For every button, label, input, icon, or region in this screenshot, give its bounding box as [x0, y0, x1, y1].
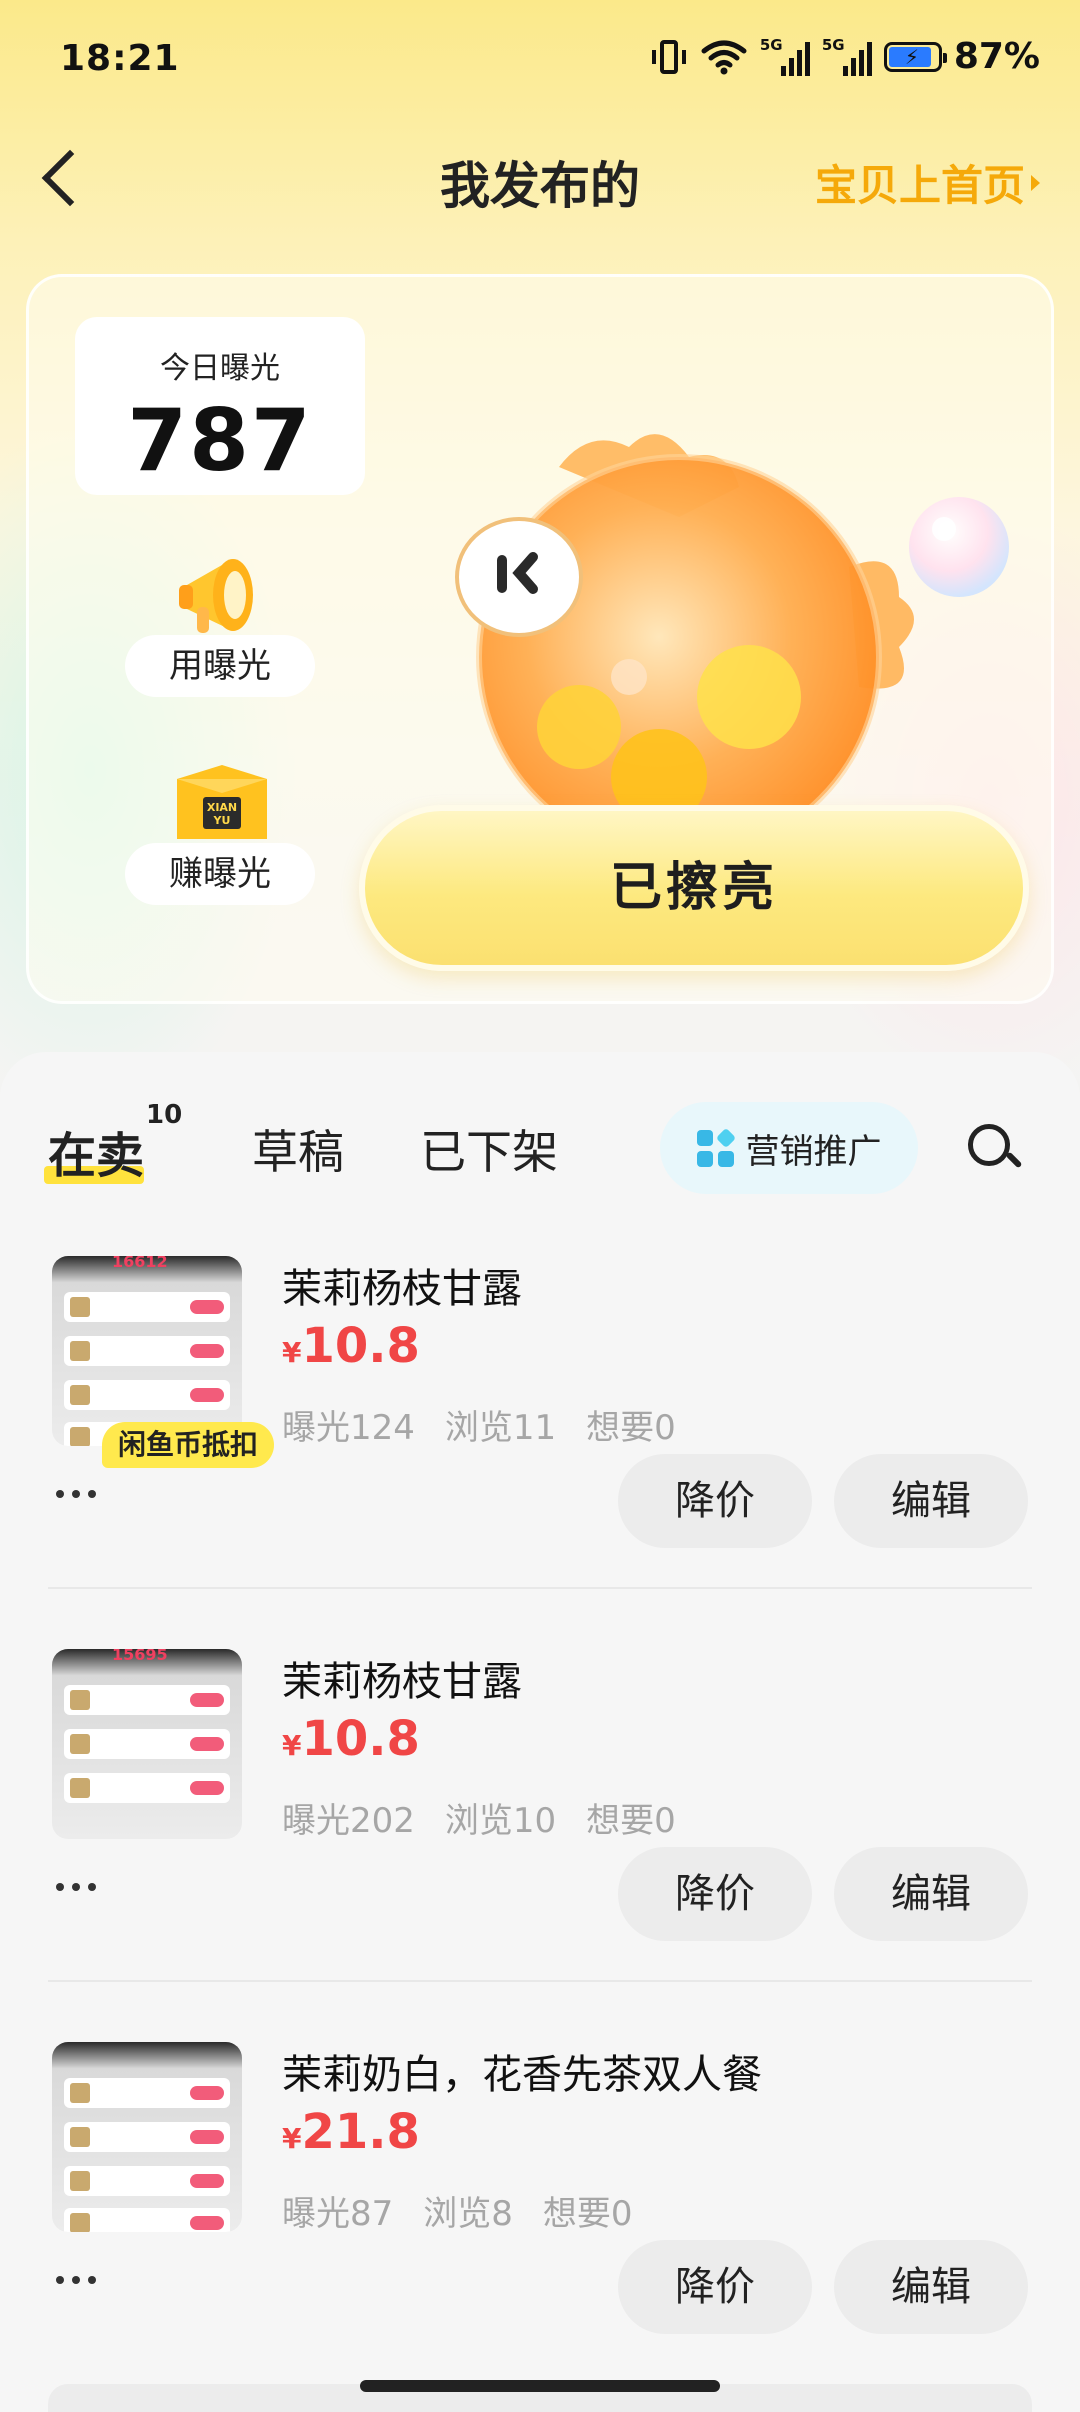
stat-views: 浏览11 [444, 1408, 557, 1448]
tab-off-shelf[interactable]: 已下架 [420, 1116, 558, 1182]
marketing-promo-button[interactable]: 营销推广 [660, 1102, 918, 1194]
earn-exposure-button[interactable]: 赚曝光 [125, 843, 315, 905]
today-exposure-box: 今日曝光 787 [75, 317, 365, 495]
reduce-price-button[interactable]: 降价 [618, 2240, 812, 2334]
coin-deduct-badge: 闲鱼币抵扣 [102, 1422, 275, 1468]
box-text-yu: YU [213, 814, 231, 827]
list-item[interactable]: 15695 茉莉杨枝甘露 ¥10.8 曝光202 浏览10 想要0 降价 编辑 [0, 1587, 1080, 1980]
item-thumbnail[interactable]: 16612 [52, 1256, 242, 1446]
signal-tag: 5G [759, 35, 783, 54]
more-icon[interactable] [56, 2276, 96, 2284]
reduce-price-button[interactable]: 降价 [618, 1454, 812, 1548]
currency-symbol: ¥ [282, 2122, 302, 2155]
signal-icon: 5G [821, 35, 872, 76]
home-indicator[interactable] [360, 2380, 720, 2392]
stat-exposure: 曝光124 [282, 1408, 415, 1448]
stat-views: 浏览8 [423, 2194, 513, 2234]
stat-views: 浏览10 [444, 1801, 557, 1841]
edit-button[interactable]: 编辑 [834, 1454, 1028, 1548]
item-title[interactable]: 茉莉杨枝甘露 [282, 1649, 522, 1707]
tab-selling-label: 在卖 [48, 1128, 145, 1184]
screen: 18:21 5G 5G ⚡ 87% 我发布的 宝贝上首页 今日曝光 787 用曝… [0, 0, 1080, 2412]
battery-charging-icon: ⚡ [883, 41, 947, 72]
pufferfish-mascot-illustration [455, 434, 1009, 857]
item-title[interactable]: 茉莉奶白，花香先茶双人餐 [282, 2042, 762, 2100]
list-item[interactable]: 茉莉奶白，花香先茶双人餐 ¥21.8 曝光87 浏览8 想要0 降价 编辑 [0, 1980, 1080, 2373]
status-time: 18:21 [60, 38, 180, 79]
edit-button[interactable]: 编辑 [834, 2240, 1028, 2334]
tab-selling-count: 10 [146, 1100, 183, 1130]
item-price: ¥10.8 [282, 1711, 420, 1767]
homepage-link-label: 宝贝上首页 [814, 161, 1025, 210]
stat-wants: 想要0 [542, 2194, 633, 2234]
price-value: 10.8 [301, 1318, 420, 1374]
item-thumbnail[interactable] [52, 2042, 242, 2232]
item-thumbnail[interactable]: 15695 [52, 1649, 242, 1839]
stat-wants: 想要0 [586, 1801, 676, 1841]
edit-button[interactable]: 编辑 [834, 1847, 1028, 1941]
tab-bar: 在卖 10 草稿 已下架 营销推广 [0, 1082, 1080, 1194]
stat-exposure: 曝光87 [282, 2194, 394, 2234]
box-icon[interactable]: XIAN YU [167, 759, 277, 849]
more-icon[interactable] [56, 1883, 96, 1891]
price-value: 21.8 [301, 2104, 420, 2160]
reduce-price-button[interactable]: 降价 [618, 1847, 812, 1941]
stat-wants: 想要0 [586, 1408, 676, 1448]
battery-percent: 87% [953, 36, 1040, 77]
item-stats: 曝光124 浏览11 想要0 [282, 1400, 676, 1449]
currency-symbol: ¥ [282, 1336, 302, 1369]
stat-exposure: 曝光202 [282, 1801, 415, 1841]
item-price: ¥10.8 [282, 1318, 420, 1374]
item-stats: 曝光87 浏览8 想要0 [282, 2186, 633, 2235]
item-title[interactable]: 茉莉杨枝甘露 [282, 1256, 522, 1314]
listing-sheet: 在卖 10 草稿 已下架 营销推广 16612 闲鱼币抵扣 茉莉杨枝甘露 ¥10… [0, 1052, 1080, 2412]
signal-tag: 5G [821, 35, 845, 54]
item-price: ¥21.8 [282, 2104, 420, 2160]
homepage-link[interactable]: 宝贝上首页 [815, 152, 1040, 213]
tab-selling[interactable]: 在卖 10 [44, 1100, 182, 1186]
use-exposure-button[interactable]: 用曝光 [125, 635, 315, 697]
more-icon[interactable] [56, 1490, 96, 1498]
listing-list: 16612 闲鱼币抵扣 茉莉杨枝甘露 ¥10.8 曝光124 浏览11 想要0 … [0, 1194, 1080, 2373]
caret-right-icon [1031, 174, 1040, 191]
search-icon[interactable] [968, 1124, 1010, 1166]
status-icons: 5G 5G ⚡ 87% [650, 36, 1040, 77]
price-value: 10.8 [301, 1711, 420, 1767]
today-exposure-label: 今日曝光 [160, 351, 280, 386]
tab-draft[interactable]: 草稿 [252, 1116, 344, 1182]
apps-grid-icon [696, 1127, 736, 1167]
wifi-icon [701, 40, 747, 74]
today-exposure-value: 787 [127, 391, 313, 491]
marketing-promo-label: 营销推广 [745, 1131, 882, 1172]
exposure-card: 今日曝光 787 用曝光 XIAN YU 赚曝光 已擦亮 [26, 274, 1054, 1004]
nav-bar: 我发布的 宝贝上首页 [0, 130, 1080, 230]
item-stats: 曝光202 浏览10 想要0 [282, 1793, 676, 1842]
signal-icon: 5G [759, 35, 810, 76]
status-bar: 18:21 5G 5G ⚡ 87% [0, 0, 1080, 120]
shine-button[interactable]: 已擦亮 [359, 805, 1029, 971]
megaphone-icon[interactable] [169, 537, 279, 647]
box-text-xian: XIAN [207, 801, 237, 814]
vibrate-icon [651, 39, 686, 74]
list-item[interactable]: 16612 闲鱼币抵扣 茉莉杨枝甘露 ¥10.8 曝光124 浏览11 想要0 … [0, 1194, 1080, 1587]
currency-symbol: ¥ [282, 1729, 302, 1762]
